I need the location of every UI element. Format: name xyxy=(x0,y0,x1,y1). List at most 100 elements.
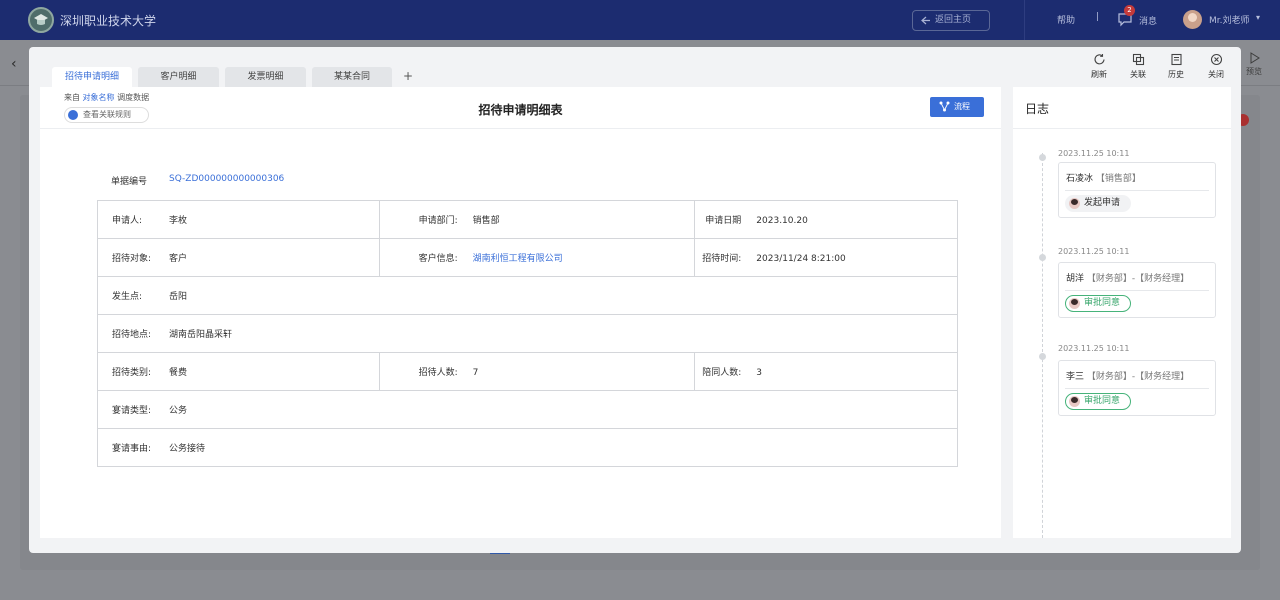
log-entry-person: 石凌冰 【销售部】 xyxy=(1066,171,1141,184)
log-person-name: 李三 xyxy=(1066,372,1085,382)
chevron-down-icon[interactable]: ▾ xyxy=(1256,13,1260,22)
banquet-type-label: 宴请类型: xyxy=(112,406,152,416)
log-title: 日志 xyxy=(1025,102,1050,116)
tab-customer-detail[interactable]: 客户明细 xyxy=(138,67,219,88)
table-cell: 招待时间: 2023/11/24 8:21:00 xyxy=(694,238,958,277)
table-cell: 招待人数: 7 xyxy=(378,352,696,391)
banquet-reason-value: 公务接待 xyxy=(169,444,206,454)
log-person-name: 石凌冰 xyxy=(1066,174,1094,184)
detail-modal: 招待申请明细 客户明细 发票明细 某某合同 + 刷新 关联 历史 关闭 来自 对… xyxy=(29,47,1241,553)
form-header-divider xyxy=(40,128,1001,129)
table-cell: 申请部门: 销售部 xyxy=(378,200,696,239)
category-value: 餐费 xyxy=(169,368,188,378)
doc-number-label: 单据编号 xyxy=(111,177,148,187)
messages-link[interactable]: 消息 xyxy=(1139,14,1157,27)
log-person-dept: 【财务部】-【财务经理】 xyxy=(1086,372,1190,382)
link-label: 关联 xyxy=(1130,70,1146,79)
log-action-label: 发起申请 xyxy=(1084,198,1121,208)
doc-number-value[interactable]: SQ-ZD000000000000306 xyxy=(169,174,284,184)
add-tab-button[interactable]: + xyxy=(403,69,413,83)
message-count-badge: 2 xyxy=(1124,5,1135,16)
log-panel: 日志 2023.11.25 10:11 石凌冰 【销售部】 发起申请 2023.… xyxy=(1013,87,1231,538)
back-arrow-icon xyxy=(921,11,931,38)
link-icon xyxy=(1132,53,1144,66)
applicant-label: 申请人: xyxy=(112,216,143,226)
table-row: 招待对象: 客户 客户信息: 湖南利恒工程有限公司 招待时间: 2023/11/24 … xyxy=(97,238,958,277)
customer-info-link[interactable]: 湖南利恒工程有限公司 xyxy=(473,254,563,264)
avatar xyxy=(1069,298,1080,309)
tab-contract[interactable]: 某某合同 xyxy=(312,67,392,88)
log-timestamp: 2023.11.25 10:11 xyxy=(1058,344,1130,353)
flow-button[interactable]: 流程 xyxy=(930,97,984,117)
banquet-type-value: 公务 xyxy=(169,406,188,416)
companions-label: 陪同人数: xyxy=(702,368,742,378)
top-navigation-bar: 深圳职业技术大学 返回主页 帮助 | 2 消息 Mr.刘老师 ▾ xyxy=(0,0,1280,40)
tab-label: 某某合同 xyxy=(333,72,370,82)
flow-label: 流程 xyxy=(954,102,970,111)
table-cell: 客户信息: 湖南利恒工程有限公司 xyxy=(378,238,696,277)
refresh-button[interactable]: 刷新 xyxy=(1084,53,1114,80)
log-person-dept: 【销售部】 xyxy=(1095,174,1141,184)
log-timestamp: 2023.11.25 10:11 xyxy=(1058,247,1130,256)
form-title: 招待申请明细表 xyxy=(478,103,563,117)
timeline-line xyxy=(1042,153,1043,538)
reception-time-label: 招待时间: xyxy=(702,254,742,264)
table-cell: 招待类别: 餐费 xyxy=(97,352,380,391)
back-home-button[interactable]: 返回主页 xyxy=(912,10,990,31)
log-action-badge: 发起申请 xyxy=(1065,195,1132,212)
origin-value: 岳阳 xyxy=(169,292,188,302)
location-value: 湖南岳阳晶采轩 xyxy=(169,330,233,340)
table-cell: 申请日期 2023.10.20 xyxy=(694,200,958,239)
close-icon xyxy=(1210,53,1222,66)
table-row: 招待类别: 餐费 招待人数: 7 陪同人数: 3 xyxy=(97,352,958,391)
timeline-dot xyxy=(1039,254,1046,261)
banquet-reason-label: 宴请事由: xyxy=(112,444,152,454)
tab-invoice-detail[interactable]: 发票明细 xyxy=(225,67,306,88)
header-separator: | xyxy=(1096,12,1100,22)
close-label: 关闭 xyxy=(1208,70,1224,79)
log-person-name: 胡洋 xyxy=(1066,274,1085,284)
tab-reception-detail[interactable]: 招待申请明细 xyxy=(52,67,132,88)
history-icon xyxy=(1170,53,1182,66)
timeline-dot xyxy=(1039,353,1046,360)
log-action-label: 审批同意 xyxy=(1084,298,1121,308)
log-entry-card: 李三 【财务部】-【财务经理】 审批同意 xyxy=(1058,360,1216,416)
log-entry-person: 李三 【财务部】-【财务经理】 xyxy=(1066,369,1189,382)
timeline-dot xyxy=(1039,154,1046,161)
close-button[interactable]: 关闭 xyxy=(1201,53,1231,80)
avatar xyxy=(1069,396,1080,407)
form-panel: 来自 对象名称 调度数据 查看关联规则 招待申请明细表 流程 单据编号 SQ-Z… xyxy=(40,87,1001,538)
user-name[interactable]: Mr.刘老师 xyxy=(1209,13,1250,26)
brand-name: 深圳职业技术大学 xyxy=(60,14,157,28)
log-action-badge: 审批同意 xyxy=(1065,393,1132,410)
table-cell: 招待对象: 客户 xyxy=(97,238,380,277)
user-avatar[interactable] xyxy=(1183,10,1202,29)
table-row: 发生点: 岳阳 xyxy=(97,276,958,315)
help-link[interactable]: 帮助 xyxy=(1057,13,1075,26)
log-entry-person: 胡洋 【财务部】-【财务经理】 xyxy=(1066,271,1189,284)
link-button[interactable]: 关联 xyxy=(1123,53,1153,80)
preview-label: 预览 xyxy=(1246,67,1262,76)
preview-button[interactable]: 预览 xyxy=(1246,52,1262,77)
log-action-badge: 审批同意 xyxy=(1065,295,1132,312)
reception-time-value: 2023/11/24 8:21:00 xyxy=(756,254,846,264)
department-value: 销售部 xyxy=(472,216,500,226)
history-label: 历史 xyxy=(1168,70,1184,79)
header-divider xyxy=(1024,0,1025,40)
target-value: 客户 xyxy=(169,254,188,264)
tab-label: 发票明细 xyxy=(247,72,284,82)
location-label: 招待地点: xyxy=(112,330,152,340)
customer-info-label: 客户信息: xyxy=(418,254,458,264)
log-timestamp: 2023.11.25 10:11 xyxy=(1058,149,1130,158)
log-entry-card: 胡洋 【财务部】-【财务经理】 审批同意 xyxy=(1058,262,1216,318)
history-button[interactable]: 历史 xyxy=(1161,53,1191,80)
table-row: 申请人: 李枚 申请部门: 销售部 申请日期 2023.10.20 xyxy=(97,200,958,239)
category-label: 招待类别: xyxy=(112,368,152,378)
table-cell: 宴请事由: 公务接待 xyxy=(97,428,958,467)
log-card-divider xyxy=(1065,290,1209,291)
apply-date-label: 申请日期 xyxy=(705,216,742,226)
chevron-left-icon[interactable]: ‹ xyxy=(11,56,17,72)
companions-value: 3 xyxy=(756,368,763,378)
table-cell: 陪同人数: 3 xyxy=(694,352,958,391)
reception-form-table: 申请人: 李枚 申请部门: 销售部 申请日期 2023.10.20 招待对象: 客户 客… xyxy=(97,200,958,467)
